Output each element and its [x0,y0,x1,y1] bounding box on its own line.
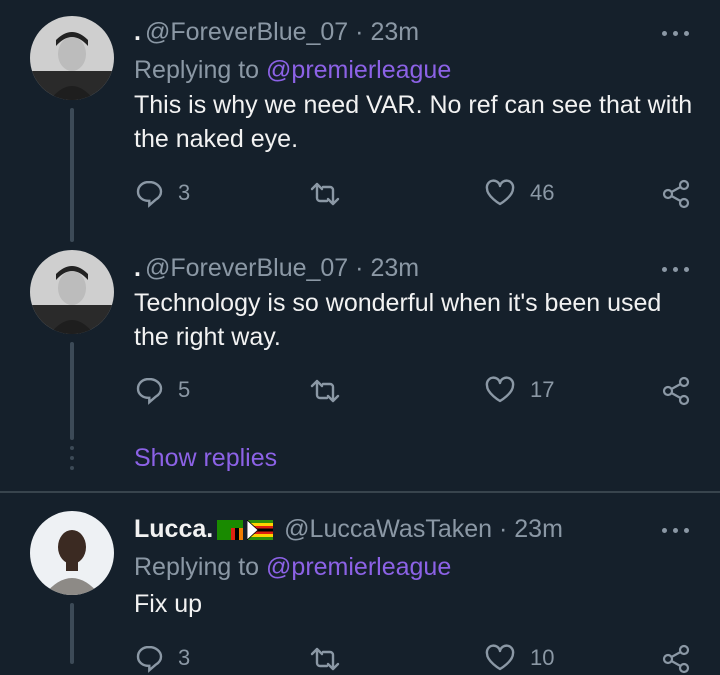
like-button[interactable]: 10 [484,643,554,673]
like-icon [485,376,515,403]
retweet-icon [310,647,340,671]
separator: · [498,515,508,543]
more-icon[interactable] [662,525,690,535]
share-icon [662,644,690,674]
like-button[interactable]: 46 [484,178,554,208]
more-icon[interactable] [662,28,690,38]
share-button[interactable] [660,178,692,210]
share-button[interactable] [660,375,692,407]
user-handle[interactable]: @ForeverBlue_07 [145,254,348,282]
display-name[interactable]: . [134,254,141,282]
tweet-2[interactable]: . @ForeverBlue_07 · 23m Technology is so … [0,250,720,440]
tweet-text: Technology is so wonderful when it's bee… [134,289,662,351]
like-count: 17 [530,377,555,402]
avatar[interactable] [30,250,114,334]
retweet-icon [310,182,340,206]
tweet-header: . @ForeverBlue_07 · 23m [134,254,419,283]
reply-button[interactable]: 3 [134,643,190,673]
share-icon [662,179,690,209]
timestamp[interactable]: 23m [370,18,419,46]
zimbabwe-flag-icon [247,520,274,540]
retweet-button[interactable] [308,644,342,674]
reply-count: 3 [178,645,191,670]
tweet-header: Lucca. @LuccaWasTaken · 23m [134,515,563,544]
reply-count: 5 [178,377,191,402]
like-icon [485,644,515,671]
tweet-text: Fix up [134,590,203,618]
like-count: 10 [530,645,555,670]
tweet-header: . @ForeverBlue_07 · 23m [134,18,419,47]
retweet-button[interactable] [308,376,342,406]
replying-label: Replying to [134,56,260,84]
thread-line [70,108,74,242]
timestamp[interactable]: 23m [514,515,563,543]
replying-to: Replying to @premierleague [134,56,451,85]
more-icon[interactable] [662,264,690,274]
thread-dots [70,446,74,476]
like-count: 46 [530,180,555,205]
share-button[interactable] [660,643,692,675]
avatar[interactable] [30,511,114,595]
thread-line [70,603,74,664]
show-replies-link[interactable]: Show replies [134,444,277,473]
separator: · [355,254,364,282]
display-name[interactable]: . [134,18,141,46]
retweet-icon [310,379,340,403]
tweet-text: This is why we need VAR. No ref can see … [134,91,693,153]
reply-count: 3 [178,180,191,205]
tweet-1[interactable]: . @ForeverBlue_07 · 23m Replying to @prem… [0,0,720,250]
zambia-flag-icon [217,520,244,540]
like-icon [485,179,515,206]
display-name[interactable]: Lucca. [134,515,213,543]
thread-line [70,342,74,440]
replying-to: Replying to @premierleague [134,553,451,582]
tweet-3[interactable]: Lucca. @LuccaWasTaken · 23m Replying to … [0,493,720,674]
avatar[interactable] [30,16,114,100]
like-button[interactable]: 17 [484,375,554,405]
separator: · [355,18,364,46]
replying-to-link[interactable]: @premierleague [266,553,451,581]
reply-button[interactable]: 3 [134,178,190,208]
timestamp[interactable]: 23m [370,254,419,282]
reply-icon [136,645,163,673]
reply-icon [136,377,163,405]
reply-icon [136,180,163,208]
share-icon [662,376,690,406]
user-handle[interactable]: @LuccaWasTaken [284,515,492,543]
replying-to-link[interactable]: @premierleague [266,56,451,84]
replying-label: Replying to [134,553,260,581]
reply-button[interactable]: 5 [134,375,190,405]
user-handle[interactable]: @ForeverBlue_07 [145,18,348,46]
retweet-button[interactable] [308,179,342,209]
